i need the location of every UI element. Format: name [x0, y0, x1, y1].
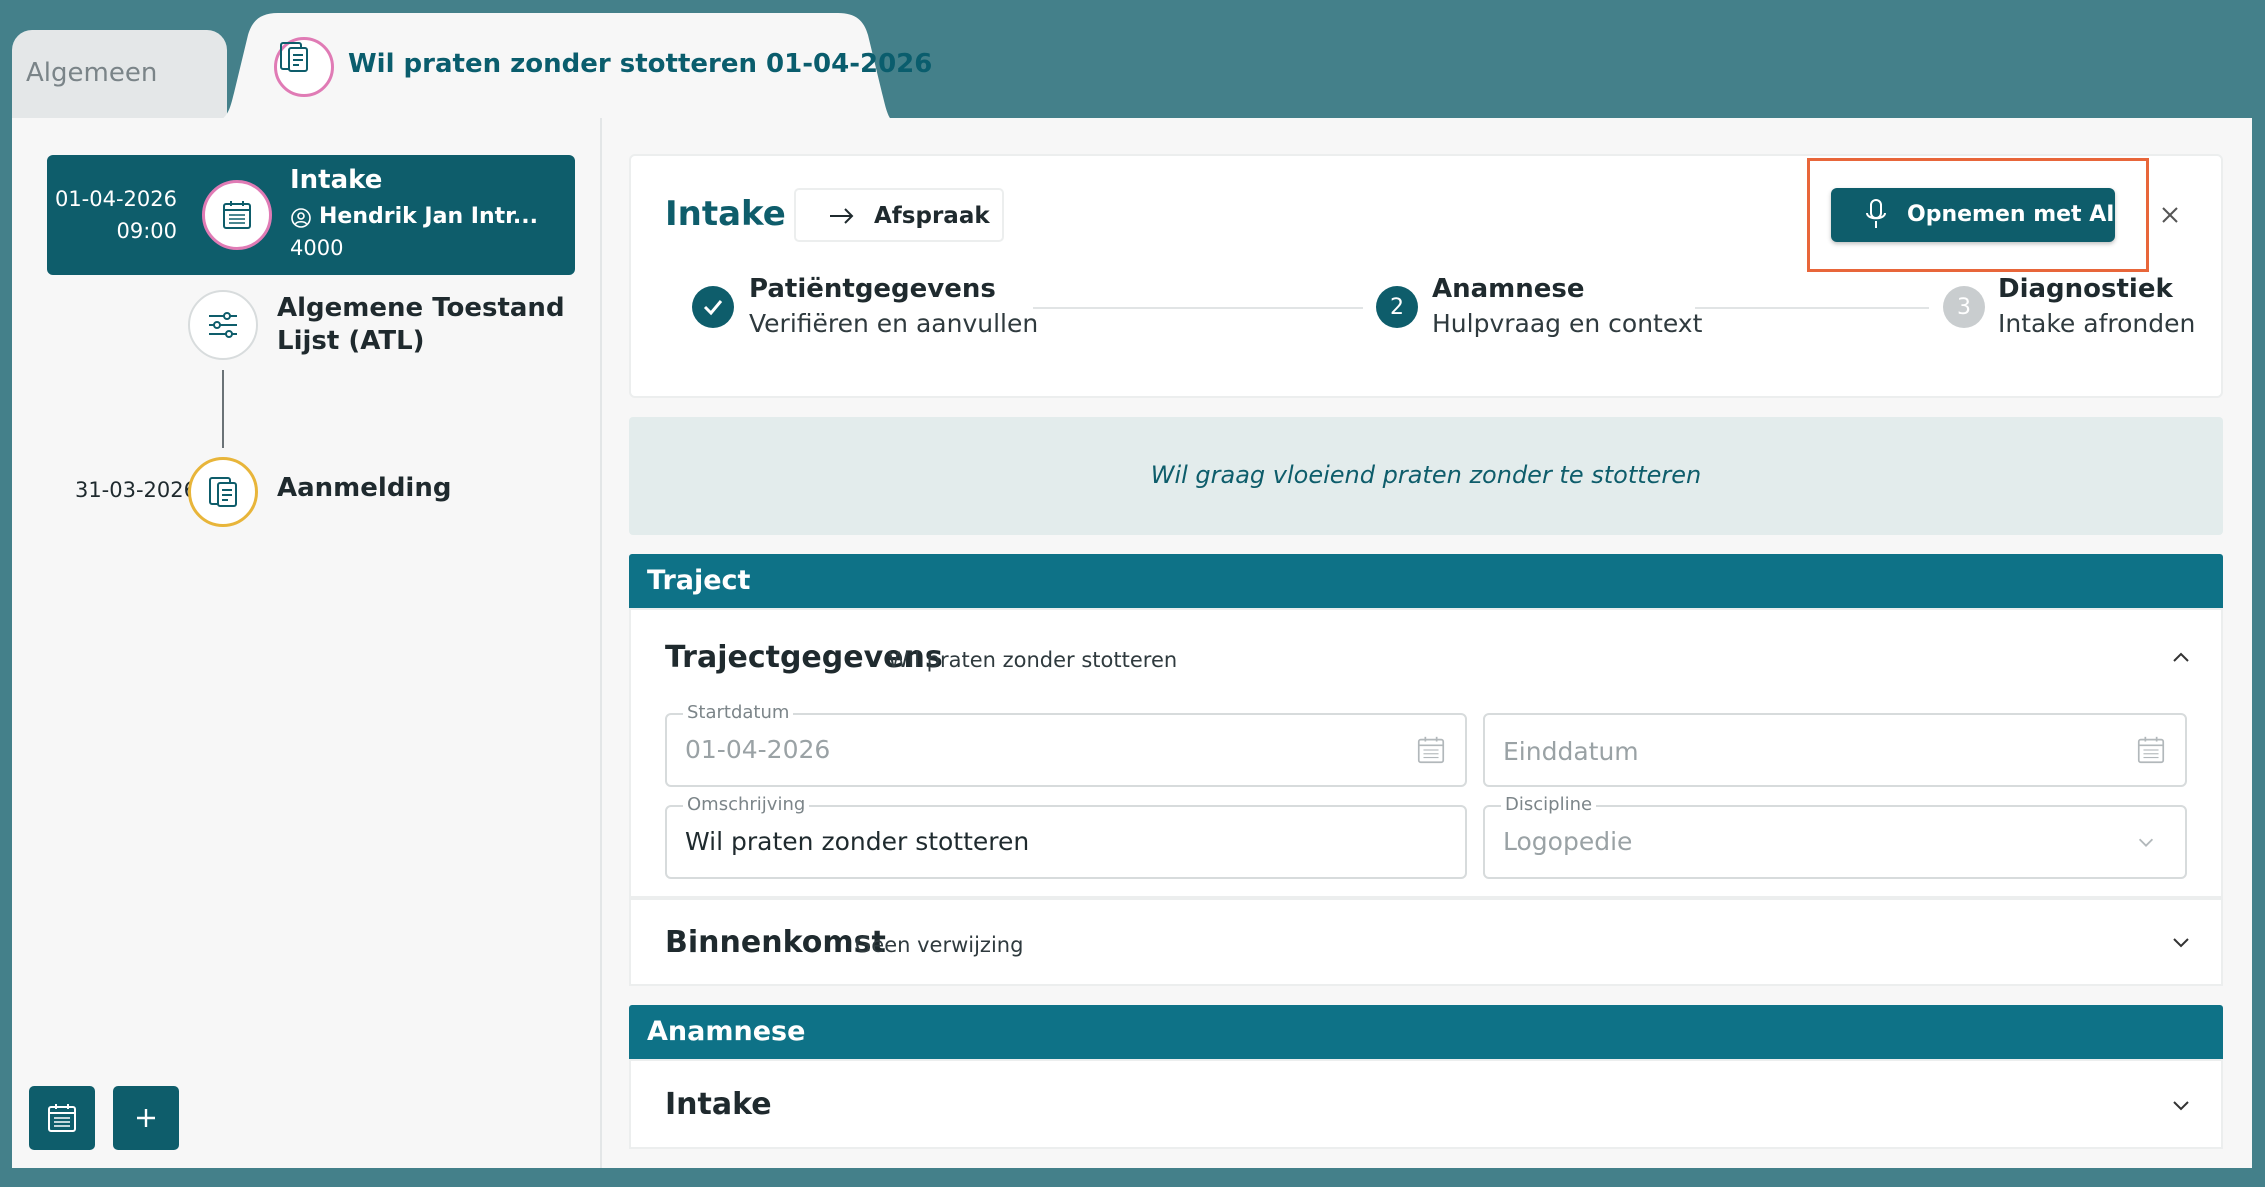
timeline-title: Algemene Toestand — [277, 293, 565, 323]
step-done-check-icon — [692, 286, 734, 328]
calendar-icon — [48, 1104, 76, 1132]
record-ai-button[interactable]: Opnemen met AI — [1831, 188, 2115, 242]
omschrijving-value: Wil praten zonder stotteren — [685, 827, 1030, 856]
chevron-up-icon — [2173, 652, 2189, 662]
tab-active-title: Wil praten zonder stotteren 01-04-2026 — [348, 49, 933, 79]
intake-header-card: Intake Afspraak Opnemen met AI Patiëntge… — [629, 154, 2223, 398]
binnenkomst-subtitle: Geen verwijzing — [855, 933, 1024, 957]
chevron-down-icon — [2138, 838, 2154, 847]
close-icon — [2162, 207, 2178, 223]
discipline-value: Logopedie — [1503, 827, 1633, 856]
step-subtitle-diagnostiek: Intake afronden — [1998, 309, 2196, 338]
tab-algemeen-label: Algemeen — [26, 58, 158, 88]
anamnese-intake-panel[interactable]: Intake — [629, 1059, 2223, 1149]
timeline-time: 09:00 — [116, 219, 177, 243]
trajectgegevens-subtitle: Wil praten zonder stotteren — [888, 648, 1178, 672]
calendar-icon — [202, 180, 272, 250]
timeline-person: Hendrik Jan Intr... — [319, 204, 538, 229]
step-connector — [1695, 307, 1929, 309]
timeline-code: 4000 — [290, 236, 344, 260]
timeline-sidebar: 01-04-2026 09:00 Intake Hendrik Jan Intr… — [12, 118, 602, 1168]
appointment-button[interactable]: Afspraak — [794, 188, 1004, 242]
timeline-item-intake[interactable]: 01-04-2026 09:00 Intake Hendrik Jan Intr… — [47, 155, 575, 275]
discipline-select[interactable]: Discipline Logopedie — [1483, 794, 2187, 879]
document-icon — [274, 37, 334, 97]
record-ai-button-label: Opnemen met AI — [1907, 202, 2115, 227]
step-title-diagnostiek: Diagnostiek — [1998, 274, 2173, 304]
add-button[interactable] — [113, 1086, 179, 1150]
microphone-icon — [1866, 199, 1886, 228]
anamnese-intake-title: Intake — [665, 1087, 772, 1122]
omschrijving-field[interactable]: Omschrijving Wil praten zonder stotteren — [665, 794, 1467, 879]
step-number-diagnostiek: 3 — [1943, 286, 1985, 328]
discipline-label: Discipline — [1501, 794, 1597, 815]
step-subtitle-patientgegevens: Verifiëren en aanvullen — [749, 309, 1039, 338]
timeline-item-aanmelding[interactable]: 31-03-2026 Aanmelding — [12, 453, 602, 533]
main-panel: 01-04-2026 09:00 Intake Hendrik Jan Intr… — [12, 118, 2252, 1168]
einddatum-field[interactable]: Einddatum — [1483, 713, 2187, 787]
step-connector — [1033, 307, 1363, 309]
trajectgegevens-toggle[interactable]: Trajectgegevens Wil praten zonder stotte… — [631, 610, 2221, 690]
plus-icon — [137, 1109, 155, 1127]
timeline-connector — [222, 370, 224, 448]
timeline-title: Aanmelding — [277, 473, 452, 503]
document-icon — [188, 457, 258, 527]
step-number-anamnese: 2 — [1376, 286, 1418, 328]
timeline-item-atl[interactable]: Algemene Toestand Lijst (ATL) — [12, 283, 602, 373]
timeline-title: Intake — [290, 165, 383, 195]
sliders-icon — [188, 290, 258, 360]
timeline-date: 31-03-2026 — [74, 478, 197, 502]
step-title-anamnese: Anamnese — [1432, 274, 1585, 304]
arrow-right-icon — [830, 208, 854, 224]
goal-banner: Wil graag vloeiend praten zonder te stot… — [629, 417, 2223, 535]
timeline-date: 01-04-2026 — [54, 187, 177, 211]
chevron-down-icon — [2173, 938, 2189, 948]
startdatum-label: Startdatum — [683, 702, 794, 723]
calendar-button[interactable] — [29, 1086, 95, 1150]
timeline-title-line2: Lijst (ATL) — [277, 326, 425, 356]
step-subtitle-anamnese: Hulpvraag en context — [1432, 309, 1703, 338]
binnenkomst-panel[interactable]: Binnenkomst Geen verwijzing — [629, 898, 2223, 986]
section-header-traject: Traject — [629, 554, 2223, 608]
tab-active-traject[interactable]: Wil praten zonder stotteren 01-04-2026 — [208, 13, 932, 123]
close-button[interactable] — [2155, 200, 2185, 230]
omschrijving-label: Omschrijving — [683, 794, 810, 815]
calendar-icon[interactable] — [2135, 734, 2167, 766]
startdatum-field[interactable]: Startdatum 01-04-2026 — [665, 702, 1467, 787]
section-header-anamnese: Anamnese — [629, 1005, 2223, 1059]
page-title: Intake — [665, 194, 786, 234]
step-title-patientgegevens: Patiëntgegevens — [749, 274, 996, 304]
einddatum-placeholder: Einddatum — [1503, 737, 1639, 766]
binnenkomst-title: Binnenkomst — [665, 925, 886, 960]
person-icon — [290, 207, 312, 233]
calendar-icon[interactable] — [1415, 734, 1447, 766]
goal-text: Wil graag vloeiend praten zonder te stot… — [1150, 461, 1702, 489]
appointment-button-label: Afspraak — [874, 203, 990, 229]
chevron-down-icon — [2173, 1101, 2189, 1111]
startdatum-value: 01-04-2026 — [685, 735, 831, 764]
trajectgegevens-panel: Trajectgegevens Wil praten zonder stotte… — [629, 608, 2223, 898]
